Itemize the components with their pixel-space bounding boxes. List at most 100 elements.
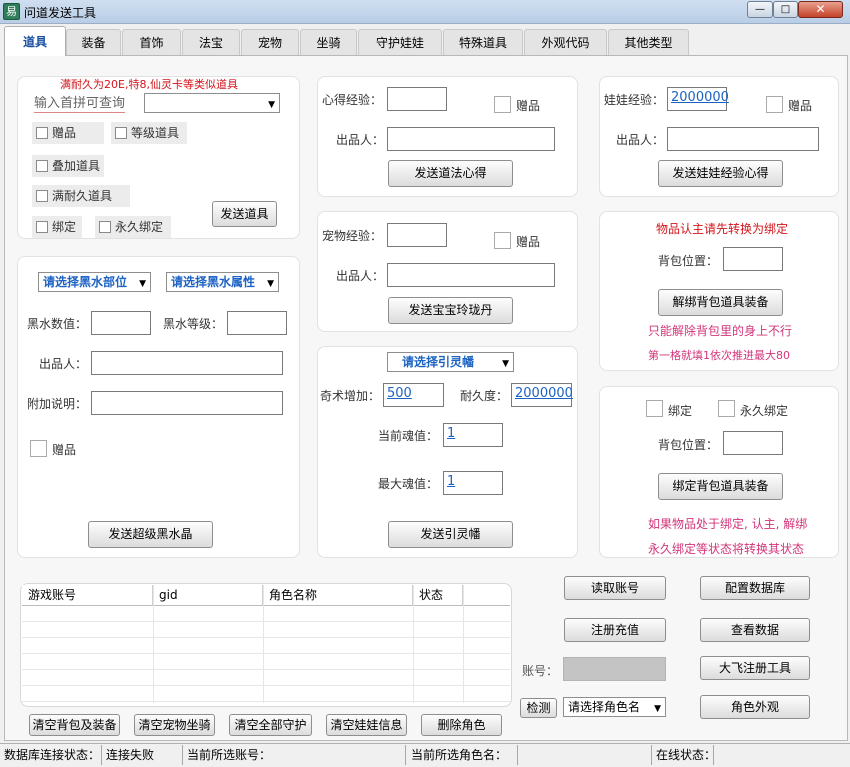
heishui-level-input[interactable] xyxy=(227,311,287,335)
clear-guard-button[interactable]: 清空全部守护 xyxy=(229,714,312,736)
account-label: 账号： xyxy=(522,664,559,678)
clear-bag-equip-button[interactable]: 清空背包及装备 xyxy=(29,714,120,736)
checkbox-full-durability[interactable]: 满耐久道具 xyxy=(32,185,130,207)
heishui-attr-select[interactable]: 请选择黑水属性 ▼ xyxy=(166,272,279,292)
pet-gift-checkbox[interactable] xyxy=(494,232,511,249)
qishu-input[interactable]: 500 xyxy=(383,383,444,407)
status-divider xyxy=(713,745,714,765)
column-header-gid[interactable]: gid xyxy=(153,585,263,605)
tab-chongwu[interactable]: 宠物 xyxy=(241,29,299,55)
xinde-producer-input[interactable] xyxy=(387,127,555,151)
header-divider xyxy=(22,605,510,606)
cur-soul-input[interactable]: 1 xyxy=(443,423,503,447)
tab-daoju[interactable]: 道具 xyxy=(4,26,66,56)
max-soul-input[interactable]: 1 xyxy=(443,471,503,495)
bind-checkbox[interactable] xyxy=(646,400,663,417)
tab-shouhu-wawa[interactable]: 守护娃娃 xyxy=(358,29,442,55)
unbind-slot-label: 背包位置： xyxy=(658,254,719,268)
column-divider xyxy=(153,585,154,703)
checkbox-label: 等级道具 xyxy=(131,126,180,140)
send-xinde-button[interactable]: 发送道法心得 xyxy=(388,160,513,187)
tab-qita-leixing[interactable]: 其他类型 xyxy=(608,29,689,55)
minimize-button[interactable]: — xyxy=(747,1,773,18)
column-header-status[interactable]: 状态 xyxy=(413,585,463,605)
heishui-value-label: 黑水数值： xyxy=(27,317,88,331)
checkbox-box[interactable] xyxy=(99,221,111,233)
checkbox-box[interactable] xyxy=(36,127,48,139)
column-header-role-name[interactable]: 角色名称 xyxy=(263,585,413,605)
status-divider xyxy=(101,745,102,765)
bind-label: 绑定 xyxy=(668,404,693,418)
tab-zhuangbei[interactable]: 装备 xyxy=(66,29,121,55)
wawa-exp-input[interactable]: 2000000 xyxy=(667,87,729,111)
heishui-value-input[interactable] xyxy=(91,311,151,335)
register-recharge-button[interactable]: 注册充值 xyxy=(564,618,666,642)
tab-shoushi[interactable]: 首饰 xyxy=(122,29,181,55)
heishui-producer-input[interactable] xyxy=(91,351,283,375)
pet-producer-input[interactable] xyxy=(387,263,555,287)
send-heishui-button[interactable]: 发送超级黑水晶 xyxy=(88,521,213,548)
row-divider xyxy=(22,637,510,638)
send-item-button[interactable]: 发送道具 xyxy=(212,201,277,227)
status-role-label: 当前所选角色名： xyxy=(411,748,508,762)
tab-waiguan-daima[interactable]: 外观代码 xyxy=(524,29,607,55)
clear-pet-mount-button[interactable]: 清空宠物坐骑 xyxy=(134,714,215,736)
checkbox-label: 永久绑定 xyxy=(115,220,164,234)
yinling-select[interactable]: 请选择引灵幡 ▼ xyxy=(387,352,514,372)
checkbox-box[interactable] xyxy=(36,221,48,233)
checkbox-zengpin[interactable]: 赠品 xyxy=(32,122,104,144)
xinde-gift-checkbox[interactable] xyxy=(494,96,511,113)
send-wawa-exp-button[interactable]: 发送娃娃经验心得 xyxy=(658,160,783,187)
checkbox-level-item[interactable]: 等级道具 xyxy=(111,122,187,144)
send-yinling-button[interactable]: 发送引灵幡 xyxy=(388,521,513,548)
tab-fabao[interactable]: 法宝 xyxy=(182,29,240,55)
tab-teshu-daoju[interactable]: 特殊道具 xyxy=(443,29,523,55)
durability-input[interactable]: 2000000 xyxy=(511,383,573,407)
close-button[interactable]: ✕ xyxy=(798,1,843,18)
wawa-producer-input[interactable] xyxy=(667,127,819,151)
checkbox-box[interactable] xyxy=(115,127,127,139)
bind-item-button[interactable]: 绑定背包道具装备 xyxy=(658,473,783,500)
heishui-level-label: 黑水等级： xyxy=(163,317,224,331)
heishui-gift-checkbox[interactable] xyxy=(30,440,47,457)
role-appearance-button[interactable]: 角色外观 xyxy=(700,695,810,719)
window-title: 问道发送工具 xyxy=(24,6,97,20)
status-db-label: 数据库连接状态： xyxy=(4,748,101,762)
unbind-slot-input[interactable] xyxy=(723,247,783,271)
delete-role-button[interactable]: 删除角色 xyxy=(421,714,502,736)
read-account-button[interactable]: 读取账号 xyxy=(564,576,666,600)
chevron-down-icon: ▼ xyxy=(139,279,146,289)
item-select[interactable]: ▼ xyxy=(144,93,280,113)
tab-zuoqi[interactable]: 坐骑 xyxy=(300,29,357,55)
dafei-register-tool-button[interactable]: 大飞注册工具 xyxy=(700,656,810,680)
permanent-bind-checkbox[interactable] xyxy=(718,400,735,417)
checkbox-bind[interactable]: 绑定 xyxy=(32,216,82,238)
config-database-button[interactable]: 配置数据库 xyxy=(700,576,810,600)
search-input[interactable]: 输入首拼可查询 xyxy=(34,92,126,113)
unbind-item-button[interactable]: 解绑背包道具装备 xyxy=(658,289,783,316)
checkbox-stack-item[interactable]: 叠加道具 xyxy=(32,155,104,177)
clear-wawa-button[interactable]: 清空娃娃信息 xyxy=(326,714,407,736)
chevron-down-icon: ▼ xyxy=(654,704,661,714)
column-divider xyxy=(413,585,414,703)
xinde-exp-input[interactable] xyxy=(387,87,447,111)
send-linglong-button[interactable]: 发送宝宝玲珑丹 xyxy=(388,297,513,324)
checkbox-box[interactable] xyxy=(36,160,48,172)
maximize-button[interactable]: □ xyxy=(773,1,798,18)
column-divider xyxy=(463,585,464,703)
durability-label: 耐久度： xyxy=(460,389,509,403)
status-divider xyxy=(517,745,518,765)
bind-slot-input[interactable] xyxy=(723,431,783,455)
pet-exp-input[interactable] xyxy=(387,223,447,247)
row-divider xyxy=(22,701,510,702)
role-select[interactable]: 请选择角色名 ▼ xyxy=(563,697,666,717)
wawa-gift-checkbox[interactable] xyxy=(766,96,783,113)
heishui-extra-input[interactable] xyxy=(91,391,283,415)
checkbox-box[interactable] xyxy=(36,190,48,202)
checkbox-permanent-bind[interactable]: 永久绑定 xyxy=(95,216,171,238)
column-header-account[interactable]: 游戏账号 xyxy=(22,585,153,605)
heishui-part-select[interactable]: 请选择黑水部位 ▼ xyxy=(38,272,151,292)
account-input[interactable] xyxy=(563,657,666,681)
detect-button[interactable]: 检测 xyxy=(520,698,557,718)
view-data-button[interactable]: 查看数据 xyxy=(700,618,810,642)
